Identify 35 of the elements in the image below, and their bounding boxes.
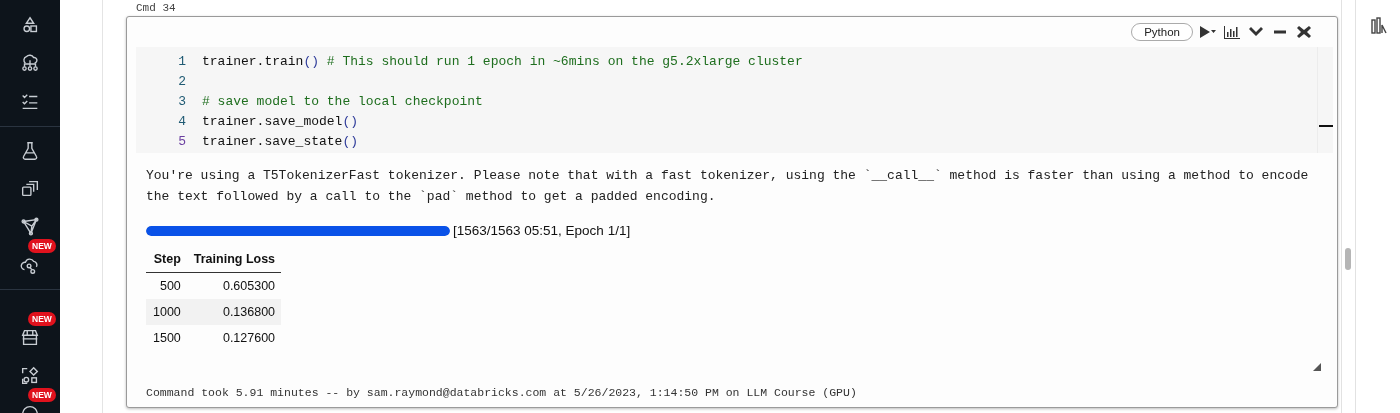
close-icon[interactable] bbox=[1295, 24, 1313, 40]
column-header: Training Loss bbox=[186, 246, 282, 273]
shapes-diamond-icon[interactable] bbox=[19, 365, 41, 387]
new-badge: NEW bbox=[28, 239, 56, 253]
output-message: You're using a T5TokenizerFast tokenizer. Please note that with a fast tokenizer, using the `__call__` method is faster than using a method to encode the text followed by a call to the `pad` method to get a padded encoding. bbox=[146, 167, 1310, 206]
line-number: 4 bbox=[177, 113, 187, 131]
cell-label: Cmd 34 bbox=[135, 1, 177, 16]
bar-chart-icon[interactable] bbox=[1223, 24, 1241, 40]
language-badge[interactable]: Python bbox=[1131, 23, 1193, 41]
code-line: # save model to the local checkpoint bbox=[202, 93, 483, 111]
table-cell: 0.136800 bbox=[186, 299, 282, 325]
table-cell: 500 bbox=[146, 272, 187, 299]
table-cell: 1500 bbox=[146, 325, 187, 351]
scrollbar-thumb[interactable] bbox=[1345, 248, 1351, 270]
table-cell: 0.605300 bbox=[186, 272, 282, 299]
new-badge: NEW bbox=[28, 312, 56, 326]
column-header: Step bbox=[146, 246, 187, 273]
code-line: trainer.save_model() bbox=[202, 113, 359, 131]
command-footer: Command took 5.91 minutes -- by sam.raymond@databricks.com at 5/26/2023, 1:14:50 PM on LLM Course (GPU) bbox=[146, 386, 1318, 407]
code-line: trainer.save_state() bbox=[202, 133, 359, 151]
code-editor[interactable]: 1 trainer.train() # This should run 1 epoch in ~6mins on the g5.2xlarge cluster 2 3 # save model to the local checkpoint 4 trainer.save_model() 5 trainer.save_state() bbox=[136, 47, 1333, 153]
nodes-icon[interactable] bbox=[19, 216, 41, 238]
new-badge: NEW bbox=[28, 388, 56, 402]
table-cell: 1000 bbox=[146, 299, 187, 325]
progress-text: [1563/1563 05:51, Epoch 1/1] bbox=[453, 223, 631, 238]
code-line: trainer.train() # This should run 1 epoch in ~6mins on the g5.2xlarge cluster bbox=[202, 53, 803, 71]
text-cursor bbox=[1319, 125, 1333, 127]
line-number: 1 bbox=[177, 53, 187, 71]
bar-chart-icon[interactable] bbox=[1371, 16, 1387, 34]
resize-handle-icon[interactable] bbox=[1313, 363, 1321, 371]
line-number: 3 bbox=[177, 93, 187, 111]
table-cell: 0.127600 bbox=[186, 325, 282, 351]
line-number: 5 bbox=[177, 133, 187, 151]
run-icon[interactable] bbox=[1199, 24, 1217, 40]
line-number: 2 bbox=[177, 73, 187, 91]
